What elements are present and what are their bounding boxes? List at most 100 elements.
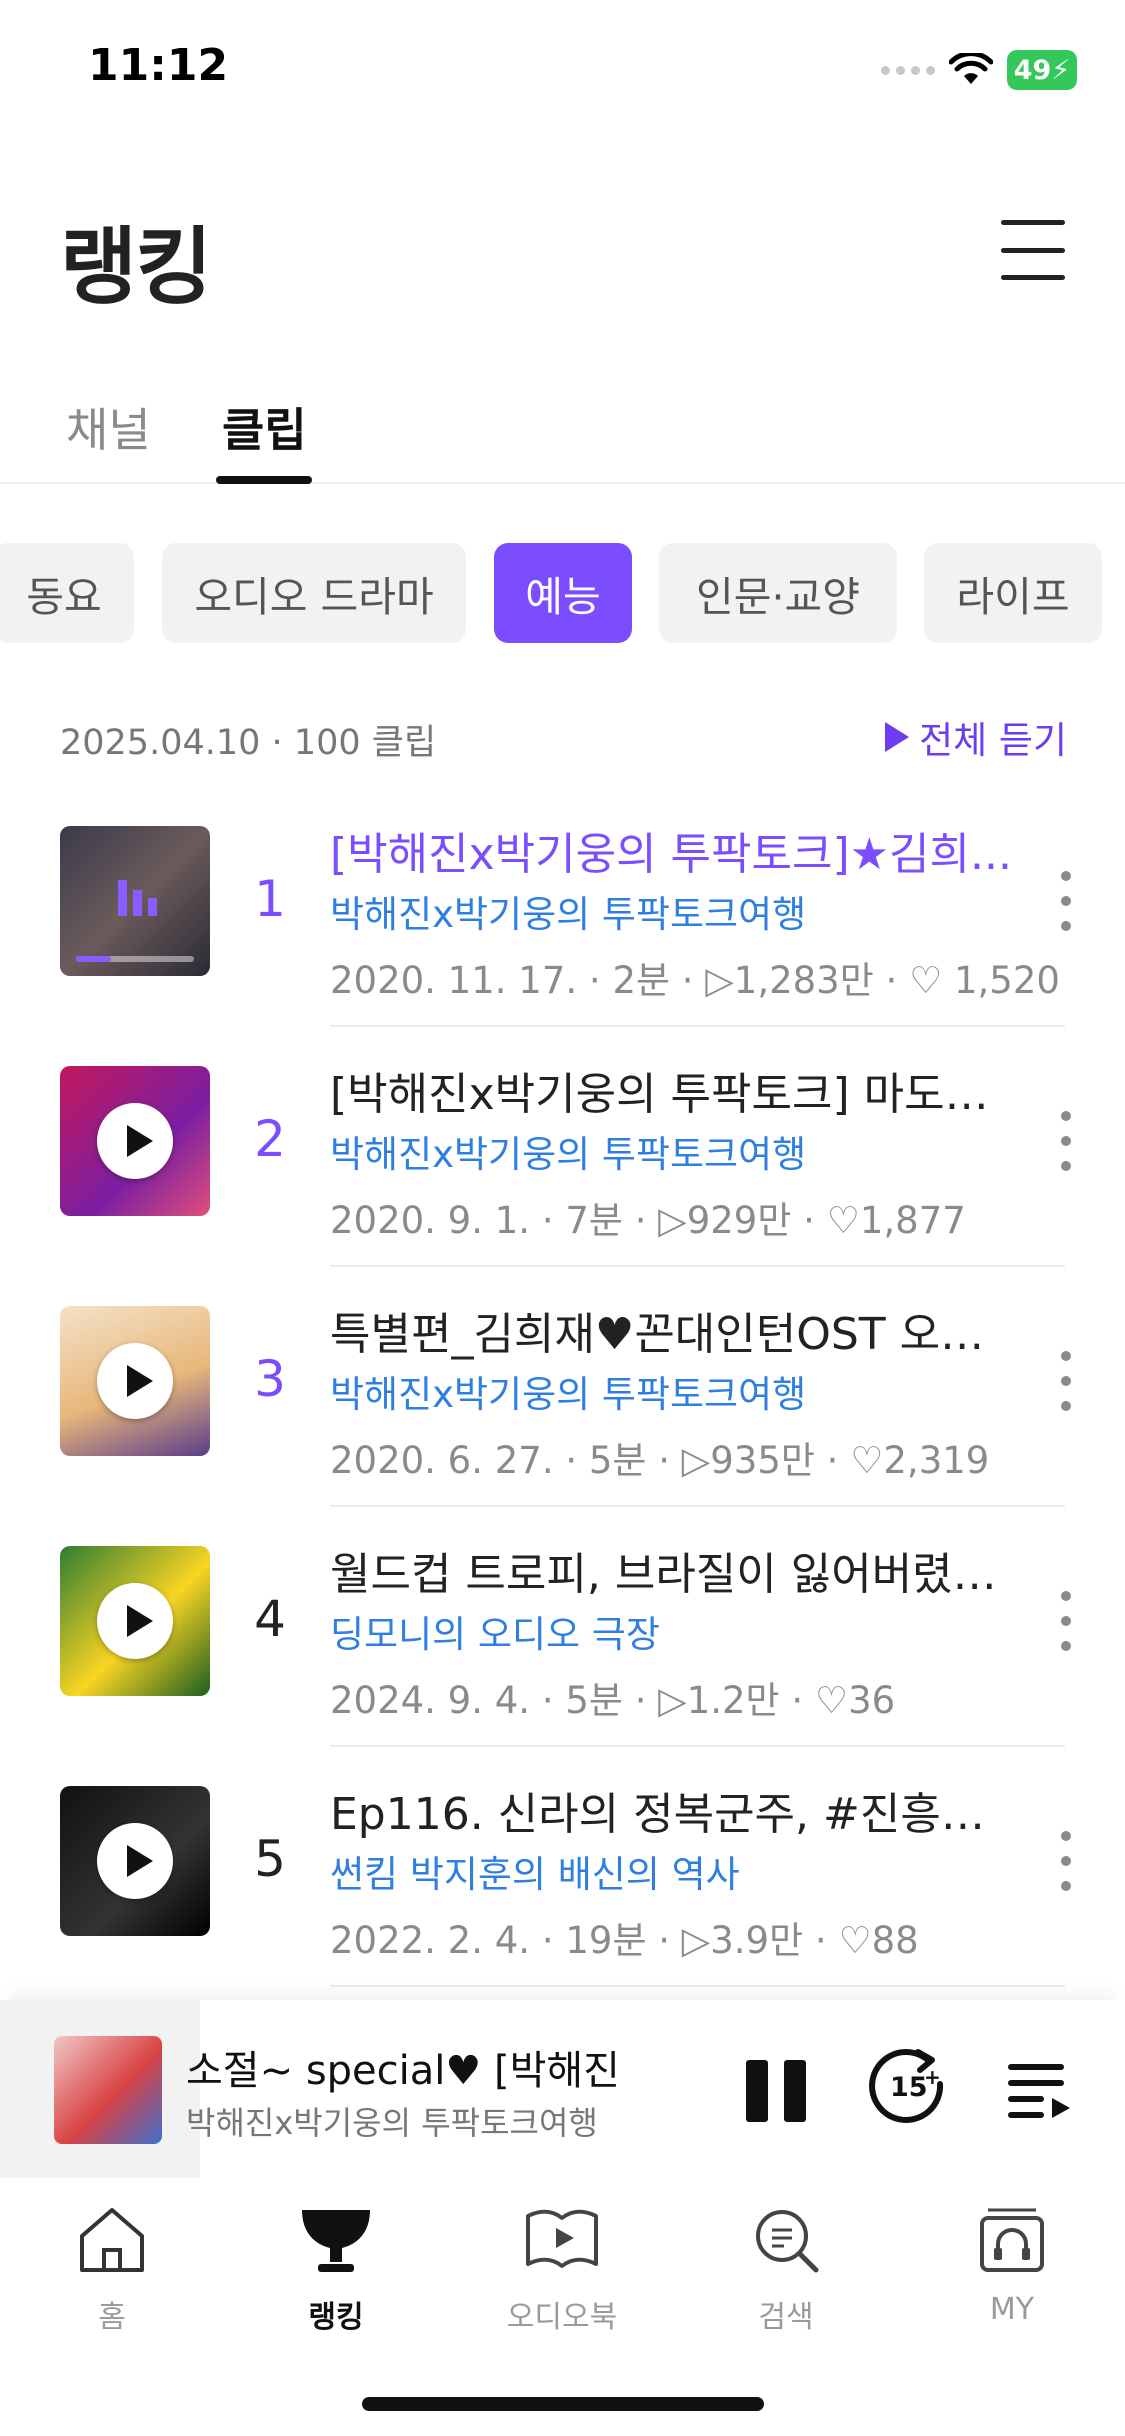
clip-duration: 5분 [565, 1679, 623, 1722]
page-title: 랭킹 [60, 218, 213, 316]
channel-name[interactable]: 박해진x박기웅의 투팍토크여행 [330, 1364, 806, 1418]
nav-audiobook-label: 오디오북 [506, 2300, 618, 2335]
channel-name[interactable]: 박해진x박기웅의 투팍토크여행 [330, 1124, 806, 1178]
play-all-label: 전체 듣기 [919, 719, 1067, 762]
channel-name[interactable]: 딩모니의 오디오 극장 [330, 1604, 660, 1658]
wifi-icon [949, 53, 993, 84]
list-date: 2025.04.10 [60, 723, 261, 763]
divider [330, 1745, 1065, 1747]
hamburger-menu-icon[interactable] [1001, 220, 1065, 280]
mini-player[interactable]: 소절~ special♥ [박해진 박해진x박기웅의 투팍토크여행 15 + [0, 2000, 1125, 2178]
clip-duration: 2분 [612, 959, 671, 1002]
play-count: 1.2만 [686, 1679, 780, 1722]
home-icon [80, 2208, 144, 2272]
channel-name[interactable]: 썬킴 박지훈의 배신의 역사 [330, 1844, 740, 1898]
category-chips: 동요 오디오 드라마 예능 인문·교양 라이프 [0, 543, 1125, 645]
nav-home-label: 홈 [98, 2300, 126, 2335]
mini-player-thumbnail[interactable] [54, 2036, 162, 2144]
play-icon[interactable] [97, 1823, 173, 1899]
clip-title: 월드컵 트로피, 브라질이 잃어버렸다... [330, 1549, 1020, 1600]
nav-my[interactable]: MY [942, 2202, 1082, 2327]
heart-icon: ♡ [850, 1439, 884, 1482]
nav-home[interactable]: 홈 [42, 2202, 182, 2336]
nav-my-label: MY [989, 2292, 1035, 2327]
playback-progress [76, 956, 194, 962]
skip-forward-15-icon[interactable]: 15 + [866, 2044, 948, 2126]
heart-icon: ♡ [814, 1679, 849, 1722]
chip-humanities[interactable]: 인문·교양 [659, 543, 897, 643]
chip-life[interactable]: 라이프 [924, 543, 1102, 643]
playlist-icon[interactable] [1006, 2058, 1072, 2122]
play-count: 935만 [710, 1439, 815, 1482]
list-item[interactable]: 3 특별편_김희재♥꼰대인턴OST 오… 박해진x박기웅의 투팍토크여행 202… [0, 1306, 1125, 1546]
clip-date: 2020. 11. 17. [330, 959, 578, 1002]
more-options-icon[interactable] [1059, 1831, 1073, 1891]
play-all-button[interactable]: 전체 듣기 [885, 710, 1067, 764]
clip-thumbnail [60, 1786, 210, 1936]
heart-icon: ♡ [826, 1199, 860, 1242]
chip-audio-drama[interactable]: 오디오 드라마 [162, 543, 466, 643]
rank-number: 3 [254, 1350, 286, 1408]
list-item[interactable]: 5 Ep116. 신라의 정복군주, #진흥왕… 썬킴 박지훈의 배신의 역사 … [0, 1786, 1125, 2026]
clip-duration: 5분 [588, 1439, 647, 1482]
list-item[interactable]: 4 월드컵 트로피, 브라질이 잃어버렸다... 딩모니의 오디오 극장 202… [0, 1546, 1125, 1786]
play-count: 3.9만 [710, 1919, 804, 1962]
play-count-icon: ▷ [705, 959, 734, 1002]
play-icon[interactable] [97, 1103, 173, 1179]
play-icon[interactable] [97, 1583, 173, 1659]
skip-seconds-label: 15 [890, 2072, 928, 2103]
divider [330, 1985, 1065, 1987]
status-icons: 49 ⚡ [881, 48, 1077, 92]
skip-plus-sign: + [924, 2065, 941, 2089]
rank-number: 4 [254, 1590, 286, 1648]
search-icon [756, 2210, 819, 2273]
book-icon [526, 2209, 598, 2268]
trophy-icon [302, 2210, 370, 2272]
more-options-icon[interactable] [1059, 871, 1073, 931]
tab-clip[interactable]: 클립 [222, 394, 307, 460]
list-item[interactable]: 2 [박해진x박기웅의 투팍토크] 마도전… 박해진x박기웅의 투팍토크여행 2… [0, 1066, 1125, 1306]
clip-duration: 7분 [565, 1199, 623, 1242]
play-count-icon: ▷ [658, 1679, 687, 1722]
nav-search[interactable]: 검색 [716, 2202, 856, 2336]
tab-channel[interactable]: 채널 [66, 394, 151, 460]
channel-name[interactable]: 박해진x박기웅의 투팍토크여행 [330, 884, 806, 938]
divider [330, 1025, 1065, 1027]
chip-kids-songs[interactable]: 동요 [0, 543, 134, 643]
more-options-icon[interactable] [1059, 1351, 1073, 1411]
clip-meta: 2022. 2. 4. · 19분 · ▷3.9만 · ♡88 [330, 1919, 919, 1962]
clip-title: [박해진x박기웅의 투팍토크] 마도전… [330, 1069, 1020, 1120]
list-count: 100 클립 [293, 723, 437, 763]
divider [330, 1265, 1065, 1267]
clip-thumbnail [60, 1306, 210, 1456]
nav-search-label: 검색 [758, 2300, 814, 2335]
rank-number: 5 [254, 1830, 286, 1888]
mini-player-title: 소절~ special♥ [박해진 [186, 2048, 620, 2094]
like-count: 2,319 [883, 1439, 990, 1482]
clip-date: 2020. 6. 27. [330, 1439, 554, 1482]
pause-icon[interactable] [746, 2060, 806, 2122]
play-icon[interactable] [97, 1343, 173, 1419]
clip-title: Ep116. 신라의 정복군주, #진흥왕… [330, 1789, 1020, 1840]
like-count: 1,877 [859, 1199, 966, 1242]
more-options-icon[interactable] [1059, 1591, 1073, 1651]
status-bar: 11:12 49 ⚡ [0, 0, 1125, 130]
nav-audiobook[interactable]: 오디오북 [492, 2202, 632, 2336]
status-time: 11:12 [88, 40, 229, 91]
clip-meta: 2020. 6. 27. · 5분 · ▷935만 · ♡2,319 [330, 1439, 990, 1482]
chip-variety[interactable]: 예능 [494, 543, 632, 643]
list-separator: · [271, 723, 283, 763]
heart-icon: ♡ [909, 959, 943, 1002]
play-count-icon: ▷ [681, 1919, 711, 1962]
clip-date: 2022. 2. 4. [330, 1919, 531, 1962]
clip-meta: 2020. 9. 1. · 7분 · ▷929만 · ♡1,877 [330, 1199, 966, 1242]
list-meta: 2025.04.10 · 100 클립 [60, 714, 436, 765]
more-options-icon[interactable] [1059, 1111, 1073, 1171]
nav-ranking-label: 랭킹 [308, 2300, 364, 2335]
divider [330, 1505, 1065, 1507]
play-count: 929만 [686, 1199, 792, 1242]
list-item[interactable]: 1 [박해진x박기웅의 투팍토크]★김희... 박해진x박기웅의 투팍토크여행 … [0, 826, 1125, 1066]
clip-meta: 2024. 9. 4. · 5분 · ▷1.2만 · ♡36 [330, 1679, 896, 1722]
mini-player-channel: 박해진x박기웅의 투팍토크여행 [186, 2104, 598, 2142]
nav-ranking[interactable]: 랭킹 [266, 2202, 406, 2336]
